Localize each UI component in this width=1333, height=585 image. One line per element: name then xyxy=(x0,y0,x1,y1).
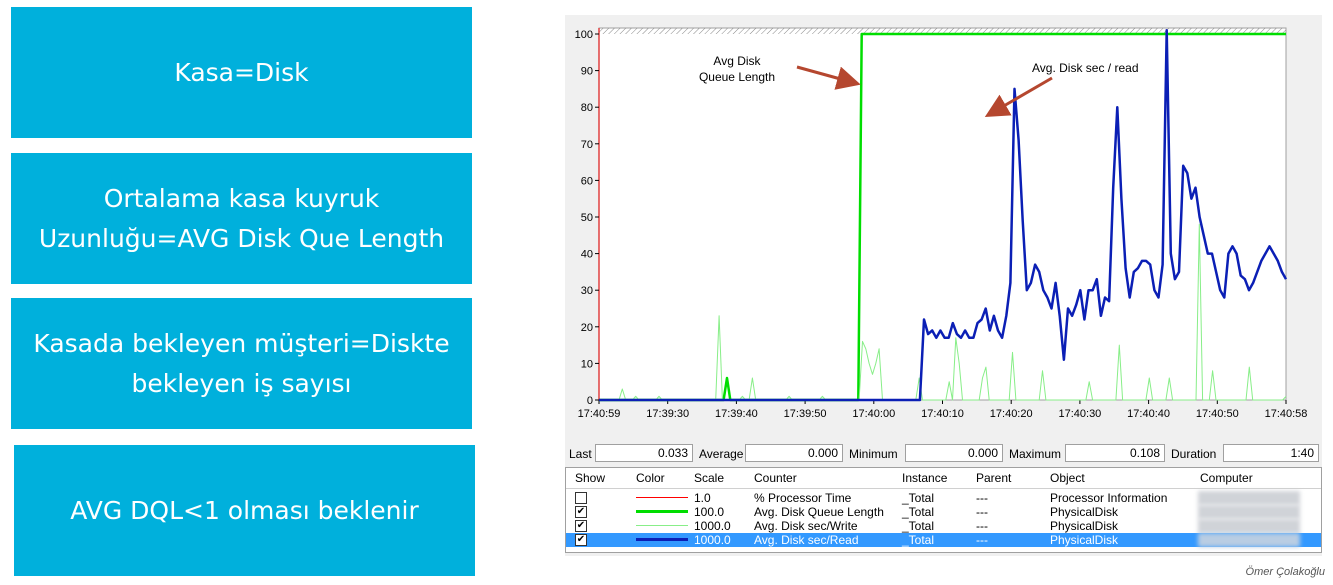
minimum-value-field: 0.000 xyxy=(905,444,1003,462)
x-tick-label: 17:40:10 xyxy=(921,408,964,420)
queue-length-annotation-line1: Avg Disk xyxy=(713,54,761,68)
y-tick-label: 70 xyxy=(581,139,593,151)
x-axis: 17:40:59 17:39:30 17:39:40 17:39:50 17:40:00… xyxy=(578,400,1308,420)
disk-analogy-box: Kasa=Disk xyxy=(11,7,472,138)
table-header: Show Color Scale Counter Instance Parent… xyxy=(566,468,1321,489)
duration-value-field: 1:40 xyxy=(1223,444,1319,462)
queue-length-line2: Uzunluğu=AVG Disk Que Length xyxy=(38,223,445,253)
x-tick-label: 17:40:50 xyxy=(1196,408,1239,420)
show-checkbox[interactable]: ✔ xyxy=(575,534,587,546)
parent-cell: --- xyxy=(976,519,988,533)
last-label: Last xyxy=(569,447,592,461)
parent-cell: --- xyxy=(976,491,988,505)
table-row[interactable]: 1.0 % Processor Time _Total --- Processo… xyxy=(566,491,1321,505)
counter-table: Show Color Scale Counter Instance Parent… xyxy=(565,467,1322,553)
table-row[interactable]: ✔ 1000.0 Avg. Disk sec/Write _Total --- … xyxy=(566,519,1321,533)
parent-cell: --- xyxy=(976,505,988,519)
column-header-counter[interactable]: Counter xyxy=(754,471,797,485)
instance-cell: _Total xyxy=(902,533,935,547)
object-cell: PhysicalDisk xyxy=(1050,533,1119,547)
y-tick-label: 90 xyxy=(581,66,593,78)
show-checkbox[interactable]: ✔ xyxy=(575,506,587,518)
color-swatch xyxy=(636,510,688,513)
instance-cell: _Total xyxy=(902,519,935,533)
waiting-jobs-line2: bekleyen iş sayısı xyxy=(131,368,352,398)
y-tick-label: 40 xyxy=(581,249,593,261)
x-tick-label: 17:40:58 xyxy=(1265,408,1308,420)
queue-length-line1: Ortalama kasa kuyruk xyxy=(103,183,380,213)
instance-cell: _Total xyxy=(902,505,935,519)
expectation-box: AVG DQL<1 olması beklenir xyxy=(14,445,475,576)
object-cell: PhysicalDisk xyxy=(1050,519,1119,533)
column-header-color[interactable]: Color xyxy=(636,471,665,485)
table-row-selected[interactable]: ✔ 1000.0 Avg. Disk sec/Read _Total --- P… xyxy=(566,533,1321,547)
x-tick-label: 17:40:20 xyxy=(990,408,1033,420)
scale-cell: 100.0 xyxy=(694,505,725,519)
scale-cell: 1000.0 xyxy=(694,533,731,547)
sec-read-annotation: Avg. Disk sec / read xyxy=(1032,61,1139,75)
scale-cell: 1000.0 xyxy=(694,519,731,533)
y-tick-label: 30 xyxy=(581,285,593,297)
average-label: Average xyxy=(699,447,744,461)
maximum-label: Maximum xyxy=(1009,447,1062,461)
counter-cell: Avg. Disk sec/Write xyxy=(754,519,858,533)
maximum-value-field: 0.108 xyxy=(1065,444,1165,462)
object-cell: PhysicalDisk xyxy=(1050,505,1119,519)
y-tick-label: 60 xyxy=(581,175,593,187)
x-tick-label: 17:40:59 xyxy=(578,408,621,420)
x-tick-label: 17:39:30 xyxy=(646,408,689,420)
y-tick-label: 100 xyxy=(575,29,593,41)
performance-line-chart: 0102030405060708090100 17:40:59 17:39:30 1… xyxy=(575,27,1308,420)
color-swatch xyxy=(636,538,688,541)
queue-length-annotation-line2: Queue Length xyxy=(699,70,775,84)
waiting-jobs-box: Kasada bekleyen müşteri=Diskte bekleyen … xyxy=(11,298,472,429)
performance-monitor-panel: 0 10 20 30 40 50 60 70 80 90 100 17:40:59 17:39:30 1… xyxy=(565,15,1322,556)
waiting-jobs-line1: Kasada bekleyen müşteri=Diskte xyxy=(33,328,450,358)
minimum-label: Minimum xyxy=(849,447,898,461)
show-checkbox[interactable] xyxy=(575,492,587,504)
y-tick-label: 50 xyxy=(581,212,593,224)
column-header-object[interactable]: Object xyxy=(1050,471,1085,485)
column-header-scale[interactable]: Scale xyxy=(694,471,724,485)
x-tick-label: 17:40:00 xyxy=(852,408,895,420)
scale-cell: 1.0 xyxy=(694,491,711,505)
y-tick-label: 80 xyxy=(581,102,593,114)
author-credit: Ömer Çolakoğlu xyxy=(1245,566,1325,578)
computer-cell-redacted xyxy=(1198,505,1300,519)
y-axis: 0 10 20 30 40 50 60 70 80 90 100 xyxy=(575,29,599,407)
object-cell: Processor Information xyxy=(1050,491,1168,505)
duration-label: Duration xyxy=(1171,447,1217,461)
computer-cell-redacted xyxy=(1198,519,1300,533)
counter-cell: Avg. Disk sec/Read xyxy=(754,533,859,547)
column-header-computer[interactable]: Computer xyxy=(1200,471,1253,485)
x-tick-label: 17:40:30 xyxy=(1058,408,1101,420)
column-header-parent[interactable]: Parent xyxy=(976,471,1011,485)
statistics-bar: Last 0.033 Average 0.000 Minimum 0.000 M… xyxy=(565,443,1322,467)
instance-cell: _Total xyxy=(902,491,935,505)
computer-cell-redacted xyxy=(1198,491,1300,505)
column-header-instance[interactable]: Instance xyxy=(902,471,947,485)
computer-cell-redacted xyxy=(1198,533,1300,547)
column-header-show[interactable]: Show xyxy=(575,471,605,485)
y-tick-label: 0 xyxy=(587,395,593,407)
last-value-field: 0.033 xyxy=(595,444,693,462)
queue-length-box: Ortalama kasa kuyruk Uzunluğu=AVG Disk Q… xyxy=(11,153,472,284)
average-value-field: 0.000 xyxy=(745,444,843,462)
y-tick-label: 20 xyxy=(581,322,593,334)
x-tick-label: 17:39:40 xyxy=(715,408,758,420)
expectation-text: AVG DQL<1 olması beklenir xyxy=(70,495,419,525)
parent-cell: --- xyxy=(976,533,988,547)
table-row[interactable]: ✔ 100.0 Avg. Disk Queue Length _Total --… xyxy=(566,505,1321,519)
color-swatch xyxy=(636,497,688,498)
color-swatch xyxy=(636,525,688,526)
y-tick-label: 10 xyxy=(581,358,593,370)
disk-analogy-text: Kasa=Disk xyxy=(174,57,309,87)
x-tick-label: 17:39:50 xyxy=(784,408,827,420)
x-tick-label: 17:40:40 xyxy=(1127,408,1170,420)
counter-cell: % Processor Time xyxy=(754,491,852,505)
counter-cell: Avg. Disk Queue Length xyxy=(754,505,884,519)
show-checkbox[interactable]: ✔ xyxy=(575,520,587,532)
